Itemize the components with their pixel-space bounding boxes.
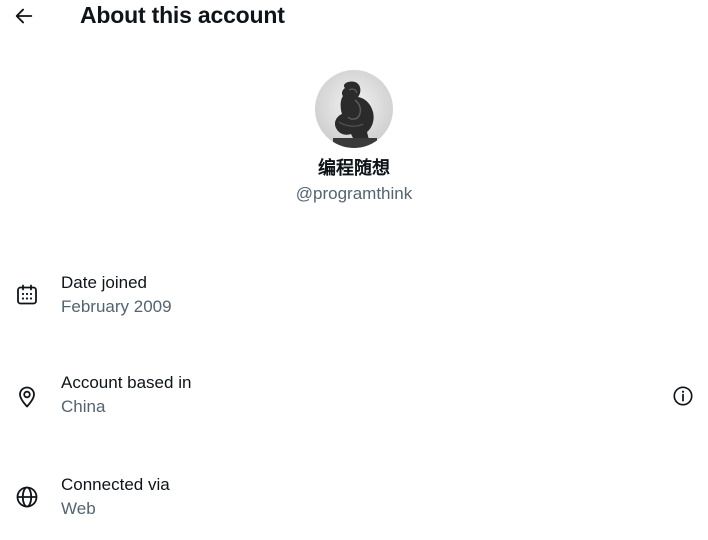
display-name: 编程随想 (318, 158, 390, 179)
account-handle: @programthink (295, 184, 413, 203)
globe-icon (14, 484, 40, 510)
profile-avatar[interactable] (315, 70, 393, 148)
location-pin-icon (14, 384, 40, 410)
profile-section: 编程随想 @programthink (0, 70, 708, 204)
account-based-in-label: Account based in (61, 373, 192, 392)
detail-row-date-joined: Date joined February 2009 (0, 272, 708, 326)
detail-row-connected-via: Connected via Web (0, 474, 708, 528)
info-icon (673, 386, 693, 406)
date-joined-value: February 2009 (61, 297, 172, 316)
page-title: About this account (80, 2, 285, 28)
arrow-left-icon (15, 8, 33, 24)
connected-via-value: Web (61, 499, 96, 518)
calendar-icon (14, 282, 40, 308)
date-joined-label: Date joined (61, 273, 148, 292)
detail-row-account-based-in: Account based in China (0, 372, 708, 426)
account-based-in-value: China (61, 397, 106, 416)
header: About this account (0, 0, 708, 32)
back-button[interactable] (10, 2, 38, 30)
info-button[interactable] (670, 383, 696, 409)
connected-via-label: Connected via (61, 475, 170, 494)
